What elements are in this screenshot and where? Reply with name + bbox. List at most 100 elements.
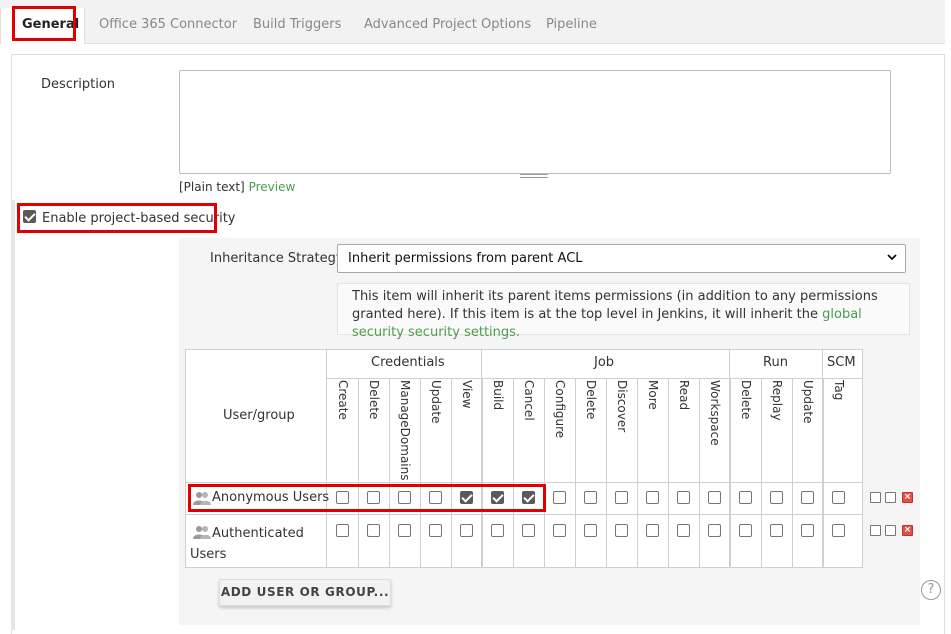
group-run: Run — [763, 355, 788, 370]
markup-hint: [Plain text] Preview — [179, 180, 295, 194]
permission-header: Delete — [730, 380, 761, 480]
tab-office-365-connector[interactable]: Office 365 Connector — [99, 17, 237, 32]
permission-header: Build — [482, 380, 513, 480]
permission-checkbox[interactable] — [801, 524, 814, 537]
permission-header: Tag — [823, 380, 854, 480]
permission-checkbox[interactable] — [739, 524, 752, 537]
permission-label: Update — [429, 380, 443, 424]
permission-header: Read — [668, 380, 699, 480]
permission-label: Workspace — [708, 380, 722, 446]
permission-label: ManageDomains — [398, 380, 412, 481]
permission-checkbox[interactable] — [646, 491, 659, 504]
permission-label: Read — [677, 380, 691, 411]
permission-checkbox[interactable] — [739, 491, 752, 504]
permission-checkbox[interactable] — [615, 491, 628, 504]
group-credentials: Credentials — [371, 355, 445, 370]
permission-label: More — [646, 380, 660, 410]
check-all-icon[interactable] — [870, 525, 881, 536]
permission-checkbox[interactable] — [832, 524, 845, 537]
help-icon[interactable]: ? — [921, 580, 941, 600]
permission-checkbox[interactable] — [708, 524, 721, 537]
permission-checkbox[interactable] — [832, 491, 845, 504]
tab-advanced-project-options[interactable]: Advanced Project Options — [364, 17, 531, 32]
enable-security-checkbox[interactable] — [23, 210, 36, 223]
uncheck-all-icon[interactable] — [885, 525, 896, 536]
inheritance-strategy-select[interactable]: Inherit permissions from parent ACL — [337, 244, 906, 273]
permission-checkbox[interactable] — [522, 524, 535, 537]
section-indent-bar — [11, 200, 15, 630]
group-scm: SCM — [827, 355, 856, 370]
permission-header: More — [637, 380, 668, 480]
user-anonymous: Anonymous Users — [212, 490, 330, 505]
permission-header: Workspace — [699, 380, 730, 480]
permission-header: Replay — [761, 380, 792, 480]
permission-checkbox[interactable] — [584, 491, 597, 504]
permission-checkbox[interactable] — [398, 491, 411, 504]
permission-checkbox[interactable] — [584, 524, 597, 537]
inheritance-help-body: This item will inherit its parent items … — [352, 289, 878, 322]
permission-checkbox[interactable] — [646, 524, 659, 537]
permission-label: Cancel — [522, 380, 536, 421]
permission-label: Create — [336, 380, 350, 420]
permission-label: Delete — [367, 380, 381, 420]
permission-checkbox[interactable] — [553, 491, 566, 504]
permission-header: Configure — [544, 380, 575, 480]
group-job: Job — [594, 355, 615, 370]
uncheck-all-icon[interactable] — [885, 492, 896, 503]
user-group-header: User/group — [223, 408, 295, 423]
inheritance-strategy-label: Inheritance Strategy — [210, 251, 344, 266]
add-user-or-group-button[interactable]: ADD USER OR GROUP... — [219, 579, 391, 606]
permission-checkbox[interactable] — [429, 524, 442, 537]
remove-icon[interactable]: × — [902, 492, 913, 503]
permission-checkbox[interactable] — [367, 524, 380, 537]
permission-label: Discover — [615, 380, 629, 433]
user-authenticated: Authenticated Users — [190, 526, 304, 562]
permission-label: View — [460, 380, 474, 409]
permission-checkbox[interactable] — [801, 491, 814, 504]
permission-checkbox[interactable] — [522, 491, 535, 504]
permission-checkbox[interactable] — [491, 524, 504, 537]
permission-checkbox[interactable] — [615, 524, 628, 537]
enable-security-label: Enable project-based security — [42, 211, 236, 226]
check-all-icon[interactable] — [870, 492, 881, 503]
permission-checkbox[interactable] — [491, 491, 504, 504]
permission-checkbox[interactable] — [336, 491, 349, 504]
preview-link[interactable]: Preview — [249, 180, 296, 194]
permission-checkbox[interactable] — [460, 491, 473, 504]
permission-label: Replay — [770, 380, 784, 421]
permission-checkbox[interactable] — [770, 524, 783, 537]
permission-checkbox[interactable] — [677, 524, 690, 537]
permission-label: Delete — [739, 380, 753, 420]
permission-checkbox[interactable] — [367, 491, 380, 504]
tab-pipeline[interactable]: Pipeline — [546, 17, 597, 32]
chevron-down-icon — [885, 250, 899, 264]
permission-header: ManageDomains — [389, 380, 420, 480]
permission-checkbox[interactable] — [398, 524, 411, 537]
permission-checkbox[interactable] — [677, 491, 690, 504]
description-label: Description — [41, 77, 116, 92]
permission-checkbox[interactable] — [553, 524, 566, 537]
permission-header: Update — [420, 380, 451, 480]
permission-header: Delete — [358, 380, 389, 480]
tab-general[interactable]: General — [22, 17, 79, 32]
tab-build-triggers[interactable]: Build Triggers — [253, 17, 341, 32]
permission-header: Discover — [606, 380, 637, 480]
inheritance-strategy-value: Inherit permissions from parent ACL — [348, 251, 583, 266]
resize-grip[interactable] — [520, 174, 548, 178]
inheritance-help-text: This item will inherit its parent items … — [352, 288, 912, 342]
plain-text-label: [Plain text] — [179, 180, 245, 194]
permission-checkbox[interactable] — [429, 491, 442, 504]
permission-checkbox[interactable] — [708, 491, 721, 504]
permission-header: View — [451, 380, 482, 480]
description-field[interactable] — [179, 70, 891, 174]
permission-label: Delete — [584, 380, 598, 420]
remove-icon[interactable]: × — [902, 525, 913, 536]
permission-checkbox[interactable] — [336, 524, 349, 537]
permission-label: Configure — [553, 380, 567, 439]
permission-checkbox[interactable] — [770, 491, 783, 504]
permission-header: Delete — [575, 380, 606, 480]
permission-checkbox[interactable] — [460, 524, 473, 537]
permission-header: Create — [327, 380, 358, 480]
permission-header: Cancel — [513, 380, 544, 480]
permission-label: Build — [491, 380, 505, 411]
